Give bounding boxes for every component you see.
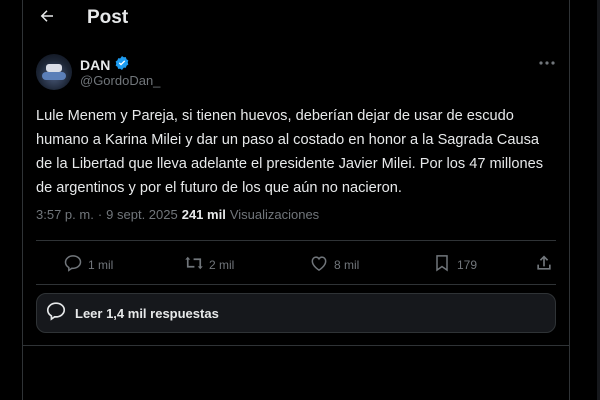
arrow-left-icon <box>38 7 56 30</box>
heart-icon <box>309 253 329 276</box>
author-name-row[interactable]: DAN <box>80 55 130 74</box>
meta-separator: · <box>97 207 103 222</box>
avatar[interactable] <box>36 54 72 90</box>
avatar-shape <box>42 72 66 80</box>
avatar-shape <box>46 64 62 72</box>
right-column <box>571 0 600 400</box>
speech-bubble-icon <box>45 300 67 327</box>
repost-icon <box>184 253 204 276</box>
more-icon <box>539 53 555 71</box>
tweet-date[interactable]: 9 sept. 2025 <box>106 207 178 222</box>
divider <box>36 240 556 241</box>
back-button[interactable] <box>35 6 59 30</box>
read-replies-label: Leer 1,4 mil respuestas <box>75 305 219 321</box>
like-count: 8 mil <box>334 257 360 272</box>
post-header: Post <box>23 0 569 38</box>
verified-badge-icon <box>114 55 130 74</box>
tweet-text: Lule Menem y Pareja, si tienen huevos, d… <box>36 108 544 196</box>
tweet-meta: 3:57 p. m. · 9 sept. 2025 241 mil Visual… <box>36 207 319 222</box>
action-bar: 1 mil 2 mil 8 mil 179 <box>36 253 556 277</box>
page-title: Post <box>87 7 129 28</box>
reply-button[interactable]: 1 mil <box>63 253 113 276</box>
views-count: 241 mil <box>181 207 226 222</box>
bookmark-icon <box>432 253 452 276</box>
like-button[interactable]: 8 mil <box>309 253 359 276</box>
divider <box>36 284 556 285</box>
share-icon <box>534 253 554 276</box>
more-options-button[interactable] <box>537 54 557 70</box>
tweet-time[interactable]: 3:57 p. m. <box>36 207 94 222</box>
reply-count: 1 mil <box>88 257 114 272</box>
post-panel: Post DAN @GordoDan_ Lule Menem y Pareja,… <box>22 0 570 400</box>
share-button[interactable] <box>534 253 554 276</box>
bookmark-count: 179 <box>457 257 478 272</box>
views-label: Visualizaciones <box>229 207 320 222</box>
author-handle[interactable]: @GordoDan_ <box>80 73 160 88</box>
bookmark-button[interactable]: 179 <box>432 253 477 276</box>
read-replies-button[interactable]: Leer 1,4 mil respuestas <box>36 293 556 333</box>
author-name[interactable]: DAN <box>80 57 110 73</box>
reply-icon <box>63 253 83 276</box>
repost-button[interactable]: 2 mil <box>184 253 234 276</box>
repost-count: 2 mil <box>209 257 235 272</box>
divider <box>23 345 569 346</box>
